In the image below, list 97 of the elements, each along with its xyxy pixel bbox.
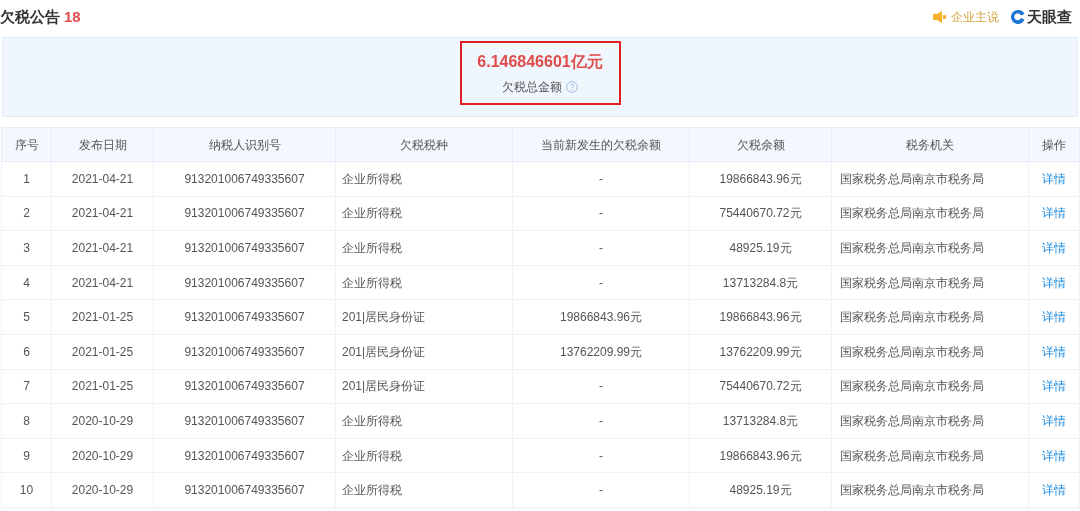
table-cell: 国家税务总局南京市税务局 [831,299,1029,335]
table-cell: - [512,438,690,473]
details-link[interactable]: 详情 [1042,448,1066,463]
table-cell: 19866843.96元 [689,438,832,473]
column-header: 操作 [1028,127,1080,162]
table-cell: 国家税务总局南京市税务局 [831,196,1029,231]
details-link[interactable]: 详情 [1042,344,1066,359]
table-cell: - [512,196,690,231]
table-cell: - [512,369,690,404]
table-cell: 13762209.99元 [689,334,832,370]
table-cell: 7 [1,369,52,404]
table-cell: 2021-04-21 [51,161,154,197]
table-cell: 48925.19元 [689,472,832,508]
table-cell: 国家税务总局南京市税务局 [831,369,1029,404]
table-cell: 913201006749335607 [153,161,336,197]
table-cell: 企业所得税 [335,403,513,439]
table-cell: 企业所得税 [335,196,513,231]
section-title: 欠税公告 [0,6,60,27]
details-link[interactable]: 详情 [1042,379,1066,394]
table-cell: 国家税务总局南京市税务局 [831,334,1029,370]
table-cell: 2020-10-29 [51,403,154,439]
promo-link[interactable]: 企业主说 [951,8,999,26]
table-cell: 8 [1,403,52,439]
table-cell: 6 [1,334,52,370]
brand-logo-text: 天眼查 [1027,6,1072,27]
table-cell: 201|居民身份证 [335,334,513,370]
table-cell: 201|居民身份证 [335,369,513,404]
table-cell: 2020-10-29 [51,438,154,473]
table-cell: 企业所得税 [335,230,513,266]
table-cell: 48925.19元 [689,230,832,266]
table-cell: 913201006749335607 [153,403,336,439]
details-link[interactable]: 详情 [1042,171,1066,186]
table-cell: - [512,403,690,439]
table-cell: 1 [1,161,52,197]
column-header: 欠税税种 [335,127,513,162]
details-link[interactable]: 详情 [1042,206,1066,221]
table-cell: 5 [1,299,52,335]
table-cell: 2021-01-25 [51,369,154,404]
column-header: 发布日期 [51,127,154,162]
table-cell: 2021-01-25 [51,299,154,335]
table-cell: 19866843.96元 [689,161,832,197]
table-cell: 企业所得税 [335,265,513,300]
table-cell: 4 [1,265,52,300]
table-cell: 19866843.96元 [512,299,690,335]
table-cell: 国家税务总局南京市税务局 [831,472,1029,508]
help-icon [566,81,578,93]
table-cell: 企业所得税 [335,438,513,473]
column-header: 纳税人识别号 [153,127,336,162]
details-link[interactable]: 详情 [1042,413,1066,428]
table-cell: 13713284.8元 [689,265,832,300]
table-cell: - [512,472,690,508]
table-cell: 2 [1,196,52,231]
table-cell: 913201006749335607 [153,369,336,404]
table-cell: 企业所得税 [335,472,513,508]
table-cell: - [512,230,690,266]
table-cell: 913201006749335607 [153,438,336,473]
table-cell: 国家税务总局南京市税务局 [831,161,1029,197]
table-cell: 19866843.96元 [689,299,832,335]
table-cell: 13762209.99元 [512,334,690,370]
table-cell: 国家税务总局南京市税务局 [831,403,1029,439]
table-cell: 201|居民身份证 [335,299,513,335]
count: 18 [64,6,81,27]
details-link[interactable]: 详情 [1042,310,1066,325]
table-cell: 2021-04-21 [51,230,154,266]
speaker-icon [933,11,947,23]
details-link[interactable]: 详情 [1042,275,1066,290]
table-cell: 2020-10-29 [51,472,154,508]
total-amount: 6.146846601亿元 [477,52,603,72]
table-cell: 2021-01-25 [51,334,154,370]
table-cell: - [512,265,690,300]
details-link[interactable]: 详情 [1042,483,1066,498]
table-cell: 913201006749335607 [153,472,336,508]
table-cell: 企业所得税 [335,161,513,197]
table-cell: 75440670.72元 [689,369,832,404]
table-cell: 2021-04-21 [51,196,154,231]
table-cell: 913201006749335607 [153,265,336,300]
table-cell: 3 [1,230,52,266]
column-header: 税务机关 [831,127,1029,162]
logo-icon [1011,10,1025,24]
column-header: 欠税余额 [689,127,832,162]
table-cell: 913201006749335607 [153,196,336,231]
table-cell: 10 [1,472,52,508]
table-cell: 国家税务总局南京市税务局 [831,230,1029,266]
table-cell: 国家税务总局南京市税务局 [831,438,1029,473]
details-link[interactable]: 详情 [1042,241,1066,255]
table-cell: 913201006749335607 [153,299,336,335]
table-cell: 2021-04-21 [51,265,154,300]
table-cell: 913201006749335607 [153,334,336,370]
table-cell: - [512,161,690,197]
table-cell: 913201006749335607 [153,230,336,266]
table-cell: 75440670.72元 [689,196,832,231]
column-header: 序号 [1,127,52,162]
total-label: 欠税总金额 [502,79,562,96]
table-cell: 国家税务总局南京市税务局 [831,265,1029,300]
column-header: 当前新发生的欠税余额 [512,127,690,162]
table-cell: 13713284.8元 [689,403,832,439]
table-cell: 9 [1,438,52,473]
